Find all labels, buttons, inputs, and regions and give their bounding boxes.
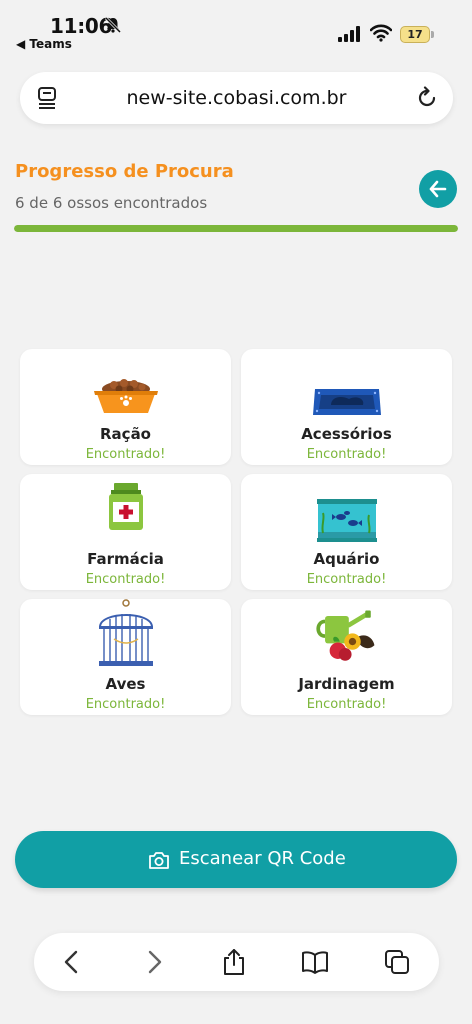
category-status: Encontrado!: [306, 447, 387, 462]
status-bar: 11:06 ◀ Teams 17: [0, 0, 472, 56]
back-button[interactable]: [419, 170, 457, 208]
tabs-icon[interactable]: [383, 948, 411, 976]
progress-title: Progresso de Procura: [15, 161, 234, 182]
category-status: Encontrado!: [85, 447, 166, 462]
progress-bar: [14, 225, 458, 232]
category-name: Ração: [100, 425, 151, 443]
category-status: Encontrado!: [85, 697, 166, 712]
category-status: Encontrado!: [306, 697, 387, 712]
category-name: Farmácia: [87, 550, 164, 568]
reload-icon[interactable]: [415, 86, 439, 110]
scan-qr-label: Escanear QR Code: [179, 848, 346, 869]
pet-bed-icon: [312, 376, 381, 415]
wifi-icon: [370, 24, 392, 42]
category-status: Encontrado!: [306, 572, 387, 587]
category-card-jardinagem[interactable]: Jardinagem Encontrado!: [241, 599, 452, 715]
battery-tip: [431, 31, 434, 38]
category-status: Encontrado!: [85, 572, 166, 587]
gardening-icon: [315, 610, 374, 661]
food-bowl-icon: [93, 379, 158, 413]
browser-url-bar[interactable]: new-site.cobasi.com.br: [20, 72, 453, 124]
back-nav-icon[interactable]: [58, 948, 86, 976]
category-grid: Ração Encontrado! Acessórios Encontrado!…: [20, 349, 452, 715]
status-time: 11:06: [50, 14, 113, 38]
category-name: Aquário: [313, 550, 380, 568]
forward-nav-icon[interactable]: [140, 948, 168, 976]
birdcage-icon: [98, 599, 153, 666]
category-card-racao[interactable]: Ração Encontrado!: [20, 349, 231, 465]
aquarium-icon: [316, 499, 377, 542]
progress-count: 6 de 6 ossos encontrados: [15, 194, 208, 212]
category-card-farmacia[interactable]: Farmácia Encontrado!: [20, 474, 231, 590]
bookmarks-icon[interactable]: [301, 948, 329, 976]
progress-bar-fill: [14, 225, 458, 232]
bell-muted-icon: [104, 16, 122, 34]
category-name: Jardinagem: [298, 675, 395, 693]
share-icon[interactable]: [220, 948, 248, 976]
category-card-aquario[interactable]: Aquário Encontrado!: [241, 474, 452, 590]
category-card-acessorios[interactable]: Acessórios Encontrado!: [241, 349, 452, 465]
cellular-signal-icon: [338, 26, 360, 42]
category-name: Acessórios: [301, 425, 392, 443]
category-card-aves[interactable]: Aves Encontrado!: [20, 599, 231, 715]
battery-indicator: 17: [400, 26, 434, 44]
camera-icon: [149, 852, 169, 869]
browser-toolbar: [34, 933, 439, 991]
arrow-left-icon: [429, 180, 447, 198]
battery-level: 17: [400, 26, 430, 43]
page-menu-icon[interactable]: [36, 86, 58, 110]
back-to-app-link[interactable]: ◀ Teams: [16, 37, 72, 51]
category-name: Aves: [105, 675, 146, 693]
medicine-bottle-icon: [108, 483, 143, 530]
url-text[interactable]: new-site.cobasi.com.br: [80, 87, 393, 109]
scan-qr-button[interactable]: Escanear QR Code: [15, 831, 457, 888]
